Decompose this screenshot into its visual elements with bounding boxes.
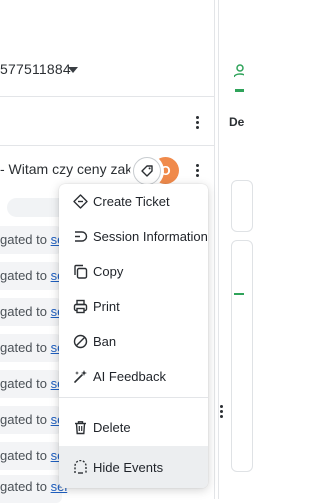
accent-line (234, 293, 244, 295)
menu-item-session-information[interactable]: Session Information (59, 219, 208, 253)
ai-sparkle-icon (72, 368, 88, 384)
ticket-icon (72, 193, 88, 209)
menu-divider (59, 397, 208, 398)
menu-item-print[interactable]: Print (59, 289, 208, 323)
trash-icon (72, 419, 88, 435)
menu-item-label: AI Feedback (93, 368, 166, 384)
panel-divider-right (218, 0, 219, 499)
menu-item-ban[interactable]: Ban (59, 324, 208, 358)
event-row-text: gated to sel (0, 232, 67, 247)
event-row-text: gated to sel (0, 268, 67, 283)
menu-item-label: Delete (93, 419, 131, 435)
print-icon (72, 298, 88, 314)
tag-button[interactable] (133, 157, 161, 185)
chevron-down-icon[interactable] (68, 67, 78, 73)
conversation-more-icon[interactable] (195, 164, 199, 178)
header-divider (0, 96, 214, 97)
menu-item-label: Ban (93, 333, 117, 349)
toolbar-more-icon[interactable] (195, 116, 199, 130)
event-row-text: gated to sel (0, 340, 67, 355)
panel-divider-left (214, 0, 215, 499)
subject-divider (0, 145, 214, 146)
details-card (231, 240, 253, 472)
event-row-text: gated to sel (0, 376, 67, 391)
menu-item-label: Print (93, 298, 120, 314)
event-row-text: gated to sel (0, 304, 67, 319)
session-info-icon (72, 228, 88, 244)
event-row-text: gated to sel (0, 448, 67, 463)
contact-phone-number: 577511884 (0, 61, 71, 77)
menu-item-label: Copy (93, 263, 124, 279)
menu-item-delete[interactable]: Delete (59, 410, 208, 444)
context-menu: Create Ticket Session Information Copy P… (59, 184, 208, 488)
hide-events-icon (72, 459, 88, 475)
tag-icon (141, 165, 153, 177)
menu-item-create-ticket[interactable]: Create Ticket (59, 184, 208, 218)
ban-icon (72, 333, 88, 349)
details-heading: De (229, 115, 245, 129)
menu-item-hide-events[interactable]: Hide Events (59, 446, 208, 488)
menu-item-ai-feedback[interactable]: AI Feedback (59, 359, 208, 393)
event-row-text: gated to sel (0, 412, 67, 427)
menu-item-label: Create Ticket (93, 193, 170, 209)
menu-item-label: Session Information (93, 228, 208, 244)
menu-item-label: Hide Events (93, 459, 164, 475)
panel-resize-handle[interactable] (219, 405, 223, 419)
copy-icon (72, 263, 88, 279)
menu-item-copy[interactable]: Copy (59, 254, 208, 288)
user-icon[interactable] (234, 64, 244, 78)
details-card (231, 180, 253, 232)
active-tab-indicator (235, 89, 244, 92)
event-row-text: gated to sel (0, 479, 68, 494)
